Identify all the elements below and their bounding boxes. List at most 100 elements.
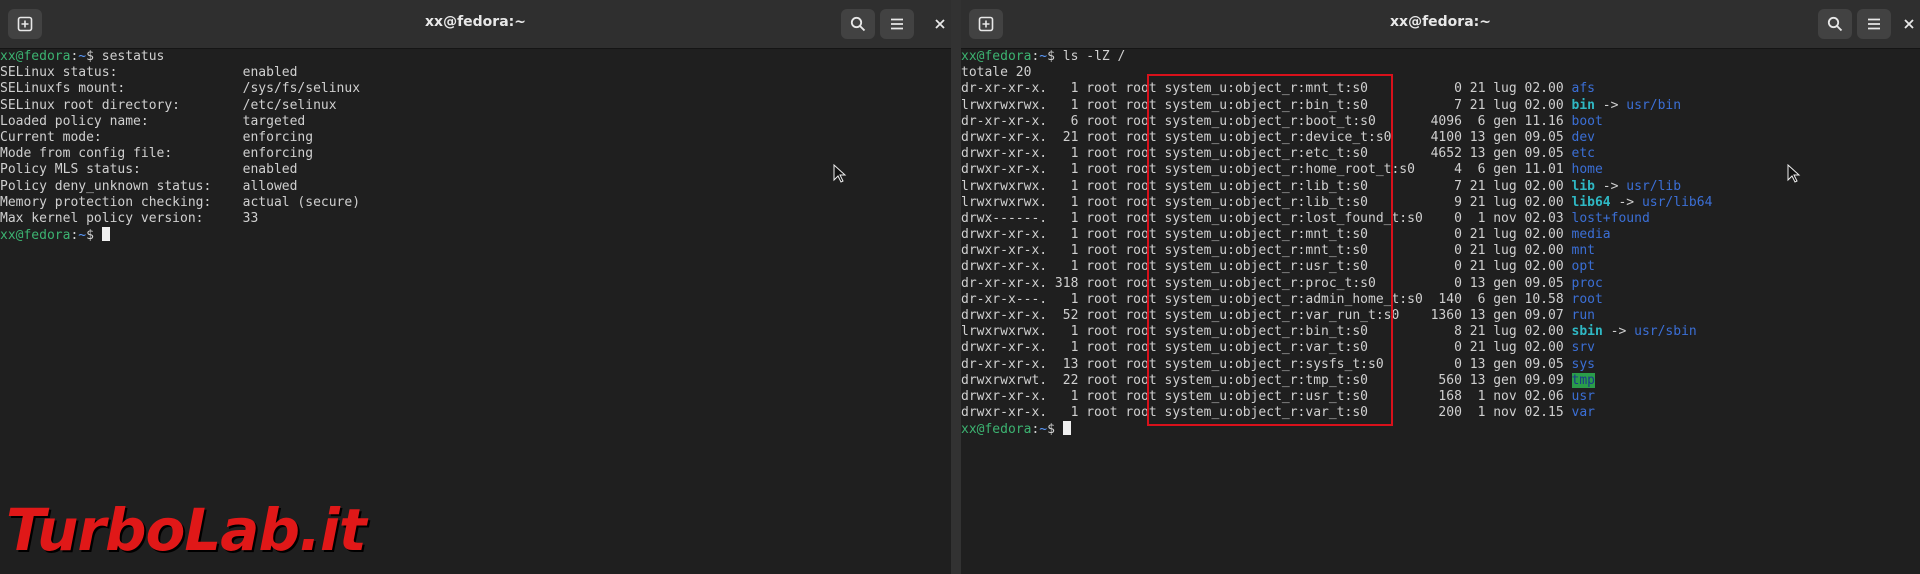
listing-row: drwxr-xr-x. 1 root root system_u:object_… [961, 389, 1920, 405]
file-attributes: drwxr-xr-x. 1 root root [961, 243, 1165, 259]
sestatus-row: Policy MLS status: enabled [0, 162, 951, 178]
file-name: home [1571, 162, 1603, 178]
file-attributes: lrwxrwxrwx. 1 root root [961, 178, 1165, 194]
text-cursor [1062, 421, 1071, 436]
sestatus-value: allowed [242, 178, 298, 194]
listing-row: lrwxrwxrwx. 1 root root system_u:object_… [961, 179, 1920, 195]
file-date: 4652 13 gen 09.05 [1422, 146, 1572, 162]
listing-row: drwxr-xr-x. 1 root root system_u:object_… [961, 340, 1920, 356]
file-attributes: lrwxrwxrwx. 1 root root [961, 97, 1165, 113]
listing-row: drwxrwxrwt. 22 root root system_u:object… [961, 372, 1920, 389]
file-date: 168 1 nov 02.06 [1422, 388, 1572, 404]
file-name: sys [1571, 356, 1595, 372]
listing-row: drwxr-xr-x. 1 root root system_u:object_… [961, 259, 1920, 275]
sestatus-value: enabled [242, 162, 298, 178]
sestatus-row: SELinux root directory: /etc/selinux [0, 98, 951, 114]
mouse-pointer-icon [833, 164, 847, 183]
sestatus-value: actual (secure) [242, 194, 361, 210]
sestatus-value: 33 [242, 210, 259, 226]
menu-button[interactable] [880, 9, 914, 39]
sestatus-row: Memory protection checking: actual (secu… [0, 195, 951, 211]
file-date: 9 21 lug 02.00 [1422, 194, 1572, 210]
sestatus-value: /sys/fs/selinux [242, 81, 361, 97]
file-date: 4100 13 gen 09.05 [1422, 129, 1572, 145]
menu-button[interactable] [1857, 9, 1891, 39]
terminal-output-right[interactable]: xx@fedora:~$ ls -lZ / totale 20 dr-xr-xr-x… [961, 49, 1920, 574]
listing-row: drwxr-xr-x. 52 root root system_u:object… [961, 308, 1920, 324]
file-attributes: lrwxrwxrwx. 1 root root [961, 324, 1165, 340]
file-name: etc [1571, 146, 1595, 162]
search-button[interactable] [1818, 9, 1852, 39]
link-target: usr/sbin [1634, 324, 1697, 340]
link-target: usr/lib64 [1641, 194, 1713, 210]
close-icon [935, 19, 945, 29]
file-name: usr [1571, 388, 1595, 404]
prompt-line: xx@fedora:~$ sestatus [0, 49, 951, 65]
file-date: 140 6 gen 10.58 [1422, 291, 1572, 307]
file-attributes: drwxr-xr-x. 1 root root [961, 340, 1165, 356]
search-icon [850, 16, 866, 32]
sestatus-value: enforcing [242, 129, 314, 145]
file-attributes: drwxr-xr-x. 1 root root [961, 388, 1165, 404]
listing-row: drwxr-xr-x. 1 root root system_u:object_… [961, 227, 1920, 243]
sestatus-key: Loaded policy name: [0, 113, 243, 129]
file-name: proc [1571, 275, 1603, 291]
prompt-symbol: $ [1047, 422, 1063, 438]
file-attributes: dr-xr-xr-x. 6 root root [961, 113, 1165, 129]
file-date: 0 21 lug 02.00 [1422, 227, 1572, 243]
file-date: 1360 13 gen 09.07 [1422, 308, 1572, 323]
prompt-user: xx@fedora [961, 49, 1032, 64]
prompt-user: xx@fedora [0, 49, 71, 64]
prompt-symbol: $ [1047, 49, 1063, 64]
selinux-context-highlight-box [1147, 74, 1393, 426]
prompt-symbol: $ [86, 228, 102, 244]
prompt-line: xx@fedora:~$ [0, 227, 951, 243]
file-attributes: dr-xr-xr-x. 1 root root [961, 81, 1165, 97]
close-icon [1904, 19, 1914, 29]
listing-row: dr-xr-xr-x. 318 root root system_u:objec… [961, 276, 1920, 292]
file-name: lost+found [1571, 210, 1650, 226]
file-date: 0 21 lug 02.00 [1422, 340, 1572, 356]
file-attributes: drwx------. 1 root root [961, 210, 1165, 226]
file-attributes: drwxr-xr-x. 1 root root [961, 162, 1165, 178]
file-date: 0 13 gen 09.05 [1422, 356, 1572, 372]
file-attributes: dr-xr-x---. 1 root root [961, 291, 1165, 307]
sestatus-row: Mode from config file: enforcing [0, 146, 951, 162]
listing-row: drwxr-xr-x. 1 root root system_u:object_… [961, 162, 1920, 178]
file-name: lib [1571, 178, 1595, 194]
file-date: 200 1 nov 02.15 [1422, 405, 1572, 421]
prompt-line: xx@fedora:~$ [961, 421, 1920, 437]
close-button[interactable] [928, 12, 951, 36]
sestatus-row: Max kernel policy version: 33 [0, 211, 951, 227]
file-date: 0 21 lug 02.00 [1422, 81, 1572, 97]
menu-icon [1868, 18, 1880, 30]
close-button[interactable] [1897, 12, 1920, 36]
listing-row: dr-xr-xr-x. 13 root root system_u:object… [961, 357, 1920, 373]
file-attributes: drwxr-xr-x. 1 root root [961, 259, 1165, 275]
title-bar: xx@fedora:~ [0, 0, 951, 49]
command-text: ls -lZ / [1062, 49, 1126, 64]
file-name: run [1571, 308, 1595, 323]
prompt-path: ~ [1039, 49, 1048, 64]
sestatus-row: Current mode: enforcing [0, 130, 951, 146]
sestatus-key: Mode from config file: [0, 146, 243, 162]
listing-row: drwxr-xr-x. 1 root root system_u:object_… [961, 405, 1920, 421]
listing-row: drwx------. 1 root root system_u:object_… [961, 211, 1920, 227]
listing-row: drwxr-xr-x. 1 root root system_u:object_… [961, 243, 1920, 259]
file-attributes: dr-xr-xr-x. 13 root root [961, 356, 1165, 372]
file-name: lib64 [1571, 194, 1611, 210]
sestatus-value: targeted [242, 113, 306, 129]
listing-row: drwxr-xr-x. 21 root root system_u:object… [961, 130, 1920, 146]
sestatus-key: SELinux root directory: [0, 97, 243, 113]
link-arrow: -> [1594, 178, 1627, 194]
link-target: usr/lib [1626, 178, 1682, 194]
prompt-path: ~ [78, 49, 87, 64]
listing-row: lrwxrwxrwx. 1 root root system_u:object_… [961, 195, 1920, 211]
file-date: 7 21 lug 02.00 [1422, 97, 1572, 113]
link-arrow: -> [1610, 194, 1642, 210]
file-date: 0 1 nov 02.03 [1422, 210, 1572, 226]
link-arrow: -> [1594, 97, 1627, 113]
file-name: root [1571, 291, 1603, 307]
search-button[interactable] [841, 9, 875, 39]
sestatus-key: Policy MLS status: [0, 162, 243, 178]
